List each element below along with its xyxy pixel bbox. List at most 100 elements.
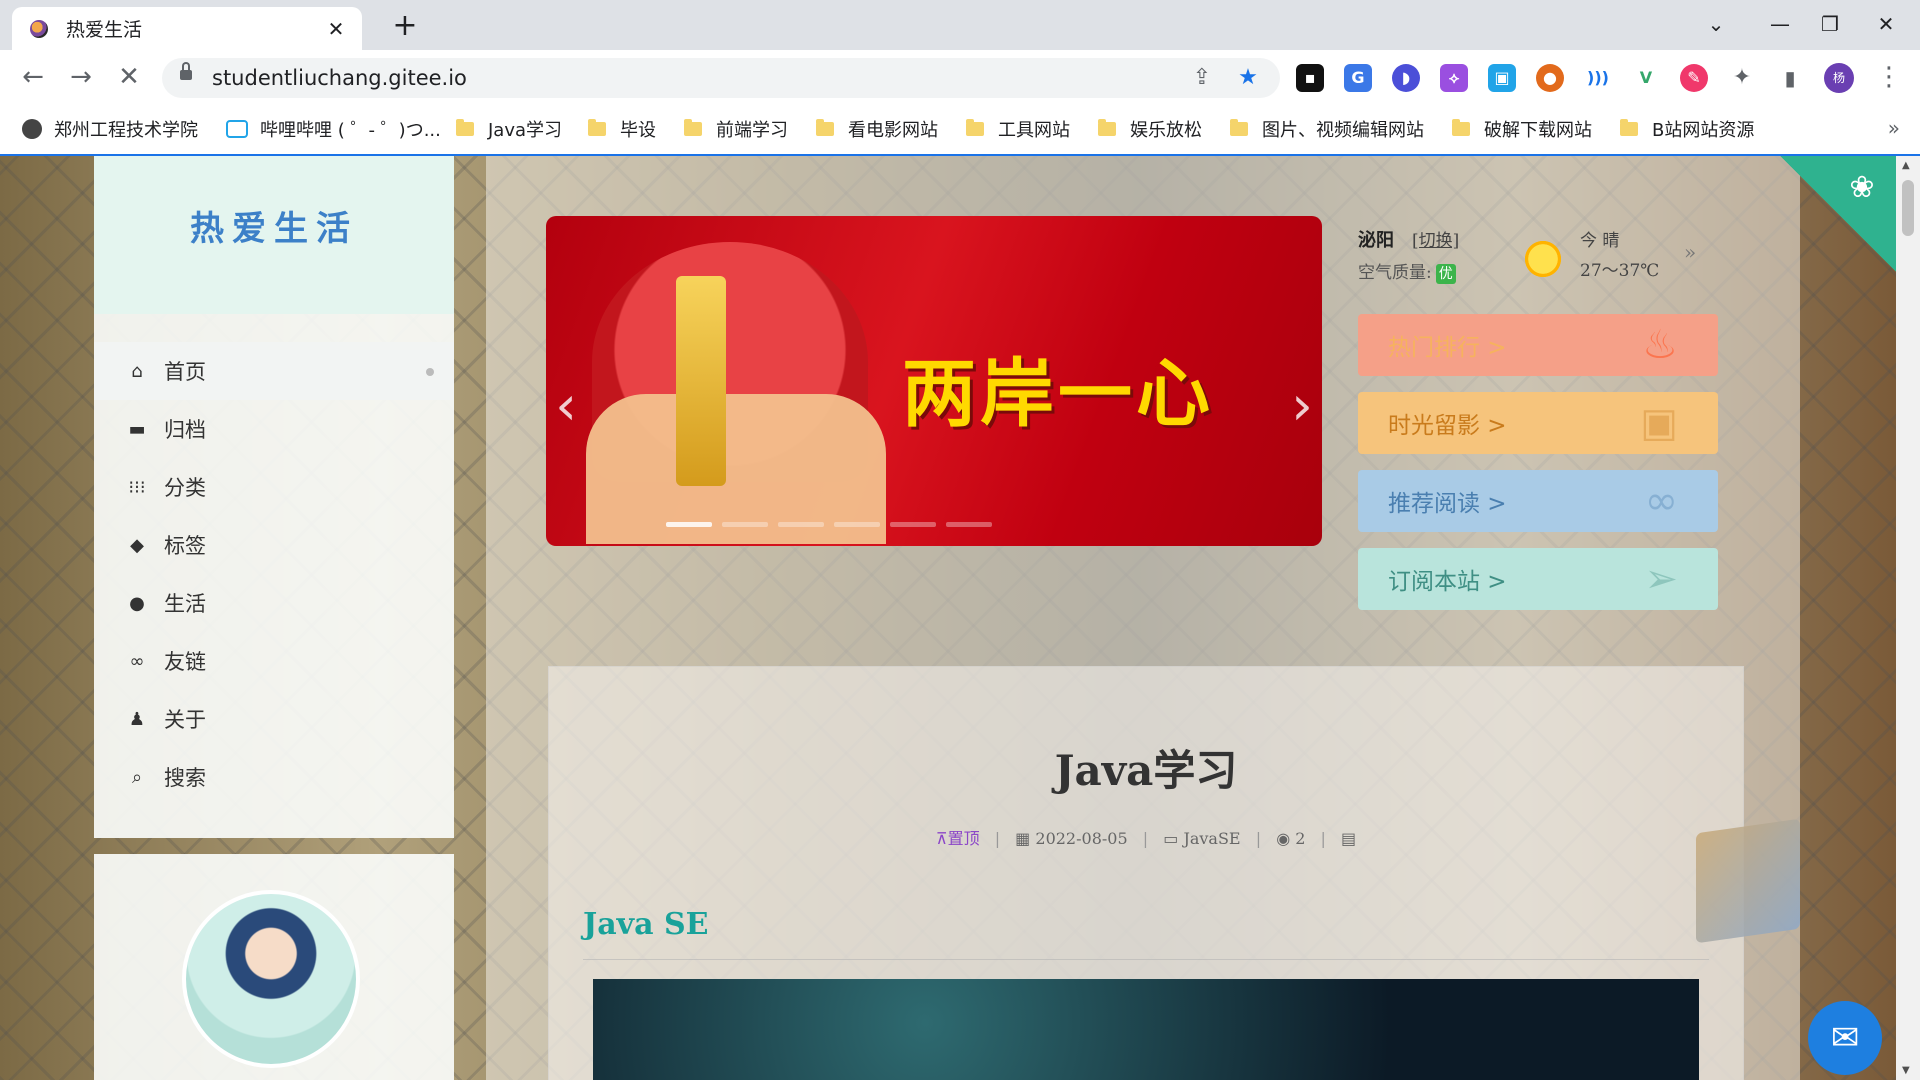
more-bookmarks-icon[interactable]: » bbox=[1888, 116, 1900, 140]
air-quality-badge: 优 bbox=[1435, 264, 1456, 284]
carousel-dot[interactable] bbox=[834, 522, 880, 527]
sidebar-item-search[interactable]: ⌕ 搜索 bbox=[94, 748, 454, 806]
air-quality-label: 空气质量: bbox=[1358, 263, 1432, 283]
browser-menu-icon[interactable]: ⋮ bbox=[1876, 62, 1902, 92]
archive-icon: ▬ bbox=[128, 418, 146, 440]
carousel-dot[interactable] bbox=[946, 522, 992, 527]
scroll-down-icon[interactable]: ▼ bbox=[1902, 1065, 1910, 1076]
profile-avatar[interactable]: 杨 bbox=[1824, 63, 1854, 93]
sidebar-item-home[interactable]: ⌂ 首页 bbox=[94, 342, 454, 400]
sidebar-item-life[interactable]: ● 生活 bbox=[94, 574, 454, 632]
sidebar-item-categories[interactable]: ⁝⁝⁝ 分类 bbox=[94, 458, 454, 516]
sidebar-item-label: 搜索 bbox=[164, 766, 206, 790]
search-icon: ⌕ bbox=[131, 766, 143, 788]
bookmark-folder[interactable]: 图片、视频编辑网站 bbox=[1230, 114, 1424, 144]
quick-link-label: 时光留影 > bbox=[1388, 413, 1507, 439]
github-octocat-icon[interactable]: ❀ bbox=[1842, 168, 1882, 208]
post-cover-image[interactable] bbox=[593, 979, 1699, 1080]
quick-link-label: 订阅本站 > bbox=[1388, 569, 1507, 595]
bookmark-star-icon[interactable]: ★ bbox=[1234, 64, 1262, 92]
sidebar-item-friend-links[interactable]: ∞ 友链 bbox=[94, 632, 454, 690]
sticky-label: 置顶 bbox=[947, 829, 980, 848]
bilibili-extension-icon[interactable]: ▣ bbox=[1488, 64, 1516, 92]
new-tab-button[interactable]: + bbox=[388, 9, 422, 43]
stop-loading-icon[interactable]: ✕ bbox=[112, 60, 146, 94]
folder-icon: ▭ bbox=[1163, 829, 1179, 848]
quick-link-subscribe[interactable]: 订阅本站 > ➢ bbox=[1358, 548, 1718, 610]
lock-icon[interactable] bbox=[180, 62, 192, 82]
side-panel-icon[interactable]: ▮ bbox=[1776, 64, 1804, 92]
site-brand: 热爱生活 bbox=[94, 156, 454, 314]
chat-icon[interactable]: ✉ bbox=[1808, 1001, 1882, 1075]
tab-title: 热爱生活 bbox=[66, 19, 143, 41]
bookmark-item[interactable]: 郑州工程技术学院 bbox=[22, 114, 198, 144]
weather-more-icon[interactable]: » bbox=[1684, 240, 1696, 264]
bookmark-folder[interactable]: B站网站资源 bbox=[1620, 114, 1754, 144]
close-window-button[interactable]: ✕ bbox=[1866, 8, 1906, 40]
tab-search-icon[interactable]: ⌄ bbox=[1696, 8, 1736, 40]
carousel-dot[interactable] bbox=[722, 522, 768, 527]
glasses-icon: ∞ bbox=[1644, 478, 1678, 524]
sidebar-item-about[interactable]: ♟ 关于 bbox=[94, 690, 454, 748]
bookmark-folder[interactable]: 破解下载网站 bbox=[1452, 114, 1592, 144]
quick-link-recommended-reading[interactable]: 推荐阅读 > ∞ bbox=[1358, 470, 1718, 532]
sidebar-item-label: 首页 bbox=[164, 360, 206, 384]
page-scrollbar[interactable]: ▲ ▼ bbox=[1896, 156, 1920, 1080]
extension-icon-9[interactable]: ✎ bbox=[1680, 64, 1708, 92]
folder-icon bbox=[1452, 119, 1470, 136]
carousel-prev-icon[interactable]: ‹ bbox=[546, 366, 586, 446]
folder-icon bbox=[1230, 119, 1248, 136]
sidebar-menu: ⌂ 首页 ▬ 归档 ⁝⁝⁝ 分类 ◆ 标签 ● 生活 ∞ 友链 ♟ 关于 ⌕ 搜… bbox=[94, 342, 454, 806]
bookmark-folder[interactable]: 毕设 bbox=[588, 114, 656, 144]
folder-icon bbox=[816, 119, 834, 136]
extension-icon-3[interactable]: ◗ bbox=[1392, 64, 1420, 92]
quick-link-photos[interactable]: 时光留影 > ▣ bbox=[1358, 392, 1718, 454]
translate-extension-icon[interactable]: G bbox=[1344, 64, 1372, 92]
banner-headline: 两岸一心 bbox=[902, 351, 1214, 437]
bookmark-folder[interactable]: 工具网站 bbox=[966, 114, 1070, 144]
bookmark-item[interactable]: 哔哩哔哩 ( ゜- ゜)つ... bbox=[226, 114, 441, 144]
weather-switch-link[interactable]: [切换] bbox=[1412, 226, 1459, 251]
user-icon: ♟ bbox=[128, 708, 146, 730]
extension-icon-6[interactable]: ● bbox=[1536, 64, 1564, 92]
post-meta: ⊼置顶 | ▦ 2022-08-05 | ▭ JavaSE | ◉ 2 | ▤ bbox=[935, 829, 1357, 848]
carousel-dot[interactable] bbox=[890, 522, 936, 527]
sidebar-item-tags[interactable]: ◆ 标签 bbox=[94, 516, 454, 574]
url-text[interactable]: studentliuchang.gitee.io bbox=[212, 66, 467, 90]
minimize-button[interactable]: — bbox=[1760, 8, 1800, 40]
close-tab-icon[interactable]: ✕ bbox=[324, 17, 348, 41]
weather-city: 泌阳 bbox=[1358, 230, 1394, 251]
scroll-up-icon[interactable]: ▲ bbox=[1902, 160, 1910, 171]
bookmark-folder[interactable]: 看电影网站 bbox=[816, 114, 938, 144]
calendar-icon: ▦ bbox=[1015, 829, 1031, 848]
address-bar[interactable]: studentliuchang.gitee.io ⇪ ★ bbox=[162, 58, 1280, 98]
carousel-dot[interactable] bbox=[778, 522, 824, 527]
active-tab[interactable]: 热爱生活 ✕ bbox=[12, 7, 362, 50]
quick-link-hot-ranking[interactable]: 热门排行 > ♨ bbox=[1358, 314, 1718, 376]
extension-icon-4[interactable]: ⟡ bbox=[1440, 64, 1468, 92]
extension-icon-7[interactable]: ))) bbox=[1584, 64, 1612, 92]
extensions-puzzle-icon[interactable]: ✦ bbox=[1728, 64, 1756, 92]
sidebar-item-label: 分类 bbox=[164, 476, 206, 500]
carousel-dot[interactable] bbox=[666, 522, 712, 527]
post-category[interactable]: JavaSE bbox=[1183, 829, 1240, 848]
sidebar: 热爱生活 ⌂ 首页 ▬ 归档 ⁝⁝⁝ 分类 ◆ 标签 ● 生活 ∞ 友链 ♟ 关… bbox=[94, 156, 454, 838]
bookmark-folder[interactable]: 前端学习 bbox=[684, 114, 788, 144]
scroll-thumb[interactable] bbox=[1902, 180, 1914, 236]
bookmark-folder[interactable]: 娱乐放松 bbox=[1098, 114, 1202, 144]
bookmark-folder[interactable]: Java学习 bbox=[456, 114, 562, 144]
post-title[interactable]: Java学习 bbox=[549, 737, 1743, 798]
site-title[interactable]: 热爱生活 bbox=[190, 201, 358, 250]
decorative-cube-widget[interactable] bbox=[1696, 818, 1800, 944]
avatar[interactable] bbox=[182, 890, 360, 1068]
post-views: 2 bbox=[1295, 829, 1306, 848]
banner-carousel[interactable]: 两岸一心 ‹ › bbox=[546, 216, 1322, 546]
carousel-next-icon[interactable]: › bbox=[1282, 366, 1322, 446]
extension-icon-1[interactable]: ▪ bbox=[1296, 64, 1324, 92]
back-icon[interactable]: ← bbox=[16, 60, 50, 94]
share-icon[interactable]: ⇪ bbox=[1188, 64, 1216, 92]
vue-devtools-icon[interactable]: V bbox=[1632, 64, 1660, 92]
restore-button[interactable]: ❐ bbox=[1810, 8, 1850, 40]
forward-icon[interactable]: → bbox=[64, 60, 98, 94]
sidebar-item-archive[interactable]: ▬ 归档 bbox=[94, 400, 454, 458]
